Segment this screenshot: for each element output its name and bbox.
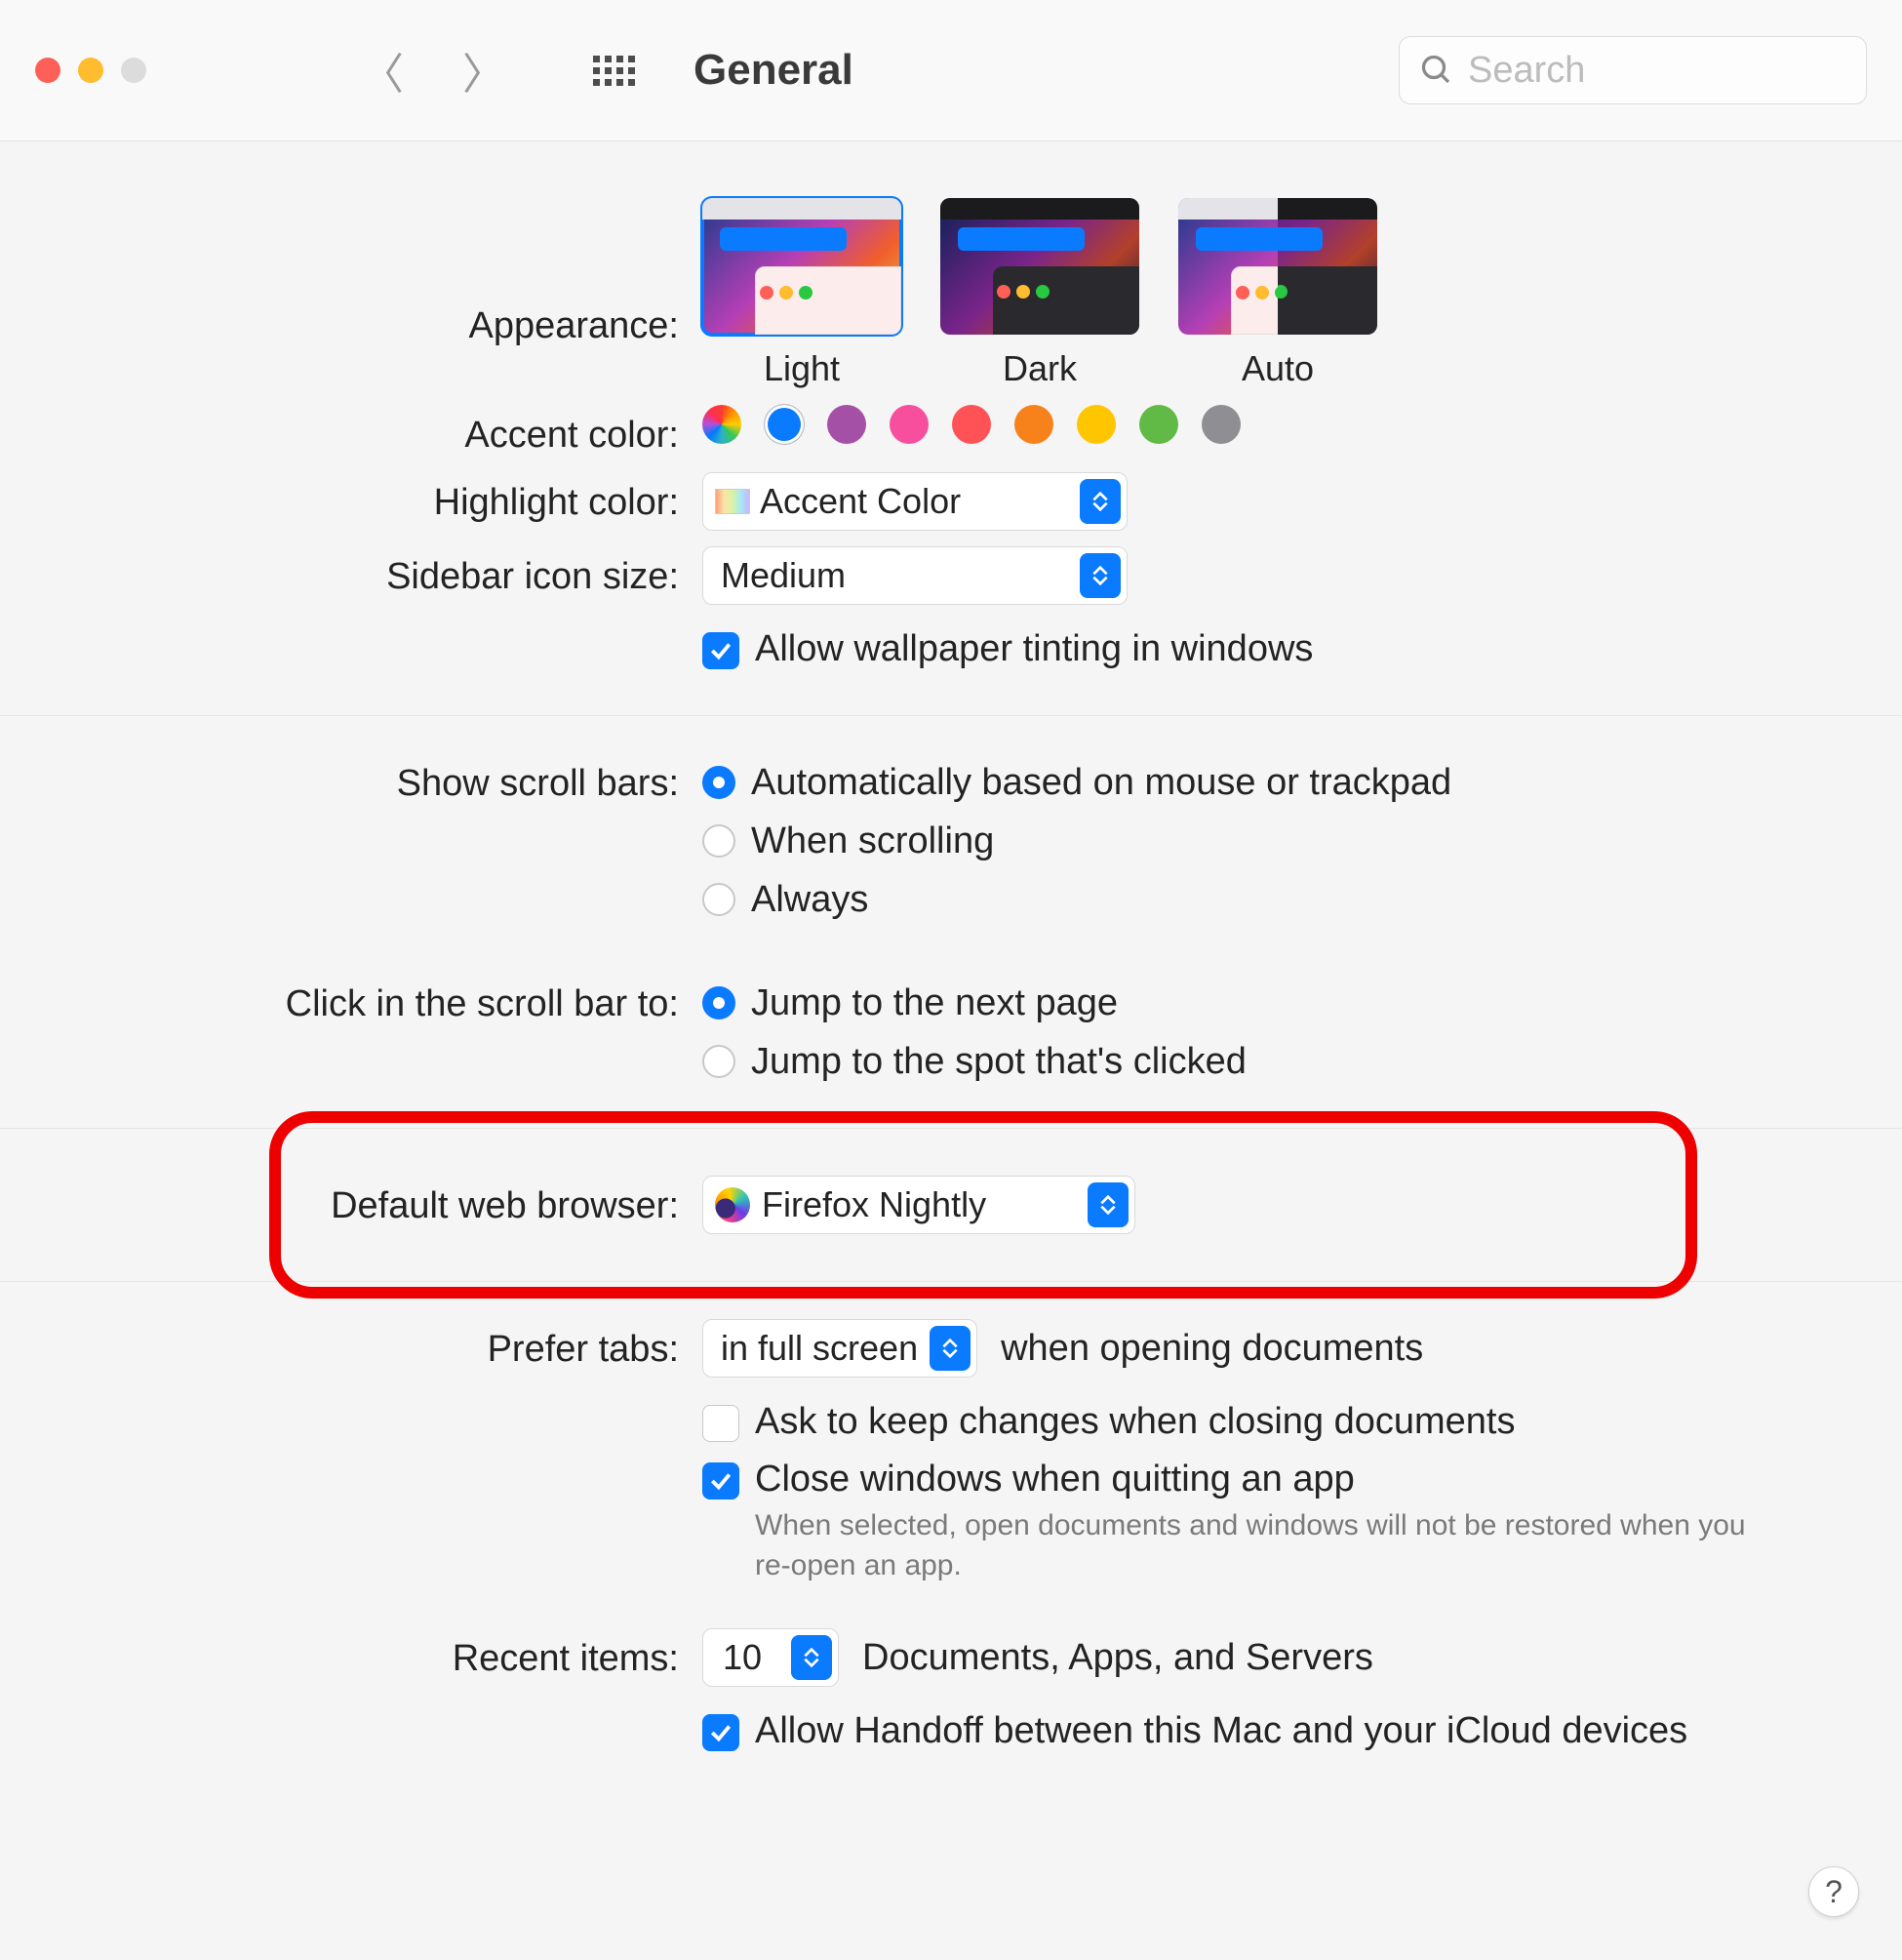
close-windows-quit-explain: When selected, open documents and window… xyxy=(755,1506,1750,1585)
default-browser-label: Default web browser: xyxy=(0,1176,702,1234)
accent-swatch-6[interactable] xyxy=(1077,405,1116,444)
sidebar-size-label: Sidebar icon size: xyxy=(0,546,702,605)
accent-swatch-5[interactable] xyxy=(1014,405,1053,444)
help-icon: ? xyxy=(1825,1874,1843,1910)
chevrons-icon xyxy=(930,1326,971,1371)
search-icon xyxy=(1419,53,1454,88)
scrollbars-label-1: When scrolling xyxy=(751,820,994,862)
accent-swatch-3[interactable] xyxy=(890,405,929,444)
scrollbars-option-1[interactable]: When scrolling xyxy=(702,812,1863,870)
nav-back-icon[interactable]: 〈 xyxy=(361,39,404,101)
close-windows-quit-checkbox[interactable] xyxy=(702,1462,739,1500)
search-input[interactable]: Search xyxy=(1399,36,1867,104)
content: Appearance: LightDarkAuto Accent color: … xyxy=(0,141,1902,1960)
appearance-caption-dark: Dark xyxy=(1003,348,1077,389)
scrollclick-label: Click in the scroll bar to: xyxy=(0,974,702,1091)
recent-items-suffix: Documents, Apps, and Servers xyxy=(862,1637,1373,1679)
section-appearance: Appearance: LightDarkAuto Accent color: … xyxy=(0,141,1902,716)
show-all-prefs-icon[interactable] xyxy=(593,56,635,86)
accent-swatch-7[interactable] xyxy=(1139,405,1178,444)
accent-swatch-2[interactable] xyxy=(827,405,866,444)
appearance-thumb-auto xyxy=(1178,198,1377,335)
scrollbars-option-0[interactable]: Automatically based on mouse or trackpad xyxy=(702,753,1863,812)
ask-keep-changes-checkbox[interactable] xyxy=(702,1405,739,1442)
prefer-tabs-select[interactable]: in full screen xyxy=(702,1319,977,1378)
accent-swatch-0[interactable] xyxy=(702,405,741,444)
appearance-caption-auto: Auto xyxy=(1242,348,1314,389)
scrollbars-label: Show scroll bars: xyxy=(0,753,702,929)
highlight-label: Highlight color: xyxy=(0,472,702,531)
accent-swatch-8[interactable] xyxy=(1202,405,1241,444)
firefox-nightly-icon xyxy=(715,1187,750,1222)
highlight-color-select[interactable]: Accent Color xyxy=(702,472,1128,531)
nav-back-forward: 〈 〉 xyxy=(361,39,505,101)
chevrons-icon xyxy=(1080,479,1121,524)
recent-items-value: 10 xyxy=(715,1637,779,1678)
ask-keep-changes-label: Ask to keep changes when closing documen… xyxy=(755,1401,1515,1443)
highlight-value: Accent Color xyxy=(760,481,1068,522)
recent-items-label: Recent items: xyxy=(0,1628,702,1687)
wallpaper-tint-label: Allow wallpaper tinting in windows xyxy=(755,628,1313,670)
search-placeholder: Search xyxy=(1468,50,1585,92)
appearance-label: Appearance: xyxy=(0,198,702,389)
scrollclick-option-0[interactable]: Jump to the next page xyxy=(702,974,1863,1032)
appearance-caption-light: Light xyxy=(764,348,840,389)
close-window[interactable] xyxy=(35,58,60,83)
section-default-browser: Default web browser: Firefox Nightly xyxy=(0,1129,1902,1282)
close-windows-quit-label: Close windows when quitting an app xyxy=(755,1459,1750,1500)
page-title: General xyxy=(693,46,853,95)
chevrons-icon xyxy=(1080,553,1121,598)
scrollclick-option-1[interactable]: Jump to the spot that's clicked xyxy=(702,1032,1863,1091)
appearance-thumb-light xyxy=(702,198,901,335)
traffic-lights xyxy=(35,58,146,83)
allow-handoff-label: Allow Handoff between this Mac and your … xyxy=(755,1710,1687,1752)
sidebar-size-value: Medium xyxy=(715,555,1068,596)
scrollbars-radio-1[interactable] xyxy=(702,824,735,858)
scrollbars-radio-2[interactable] xyxy=(702,883,735,916)
scrollbars-option-2[interactable]: Always xyxy=(702,870,1863,929)
accent-swatch-1[interactable] xyxy=(765,405,804,444)
scrollclick-radio-0[interactable] xyxy=(702,986,735,1020)
prefer-tabs-suffix: when opening documents xyxy=(1001,1328,1423,1370)
scrollbars-label-0: Automatically based on mouse or trackpad xyxy=(751,762,1451,804)
allow-handoff-checkbox[interactable] xyxy=(702,1714,739,1751)
nav-forward-icon[interactable]: 〉 xyxy=(462,39,505,101)
default-browser-value: Firefox Nightly xyxy=(762,1184,1076,1225)
recent-items-select[interactable]: 10 xyxy=(702,1628,839,1687)
scrollclick-label-0: Jump to the next page xyxy=(751,982,1118,1024)
sidebar-icon-size-select[interactable]: Medium xyxy=(702,546,1128,605)
appearance-option-auto[interactable]: Auto xyxy=(1178,198,1377,389)
scrollbars-label-2: Always xyxy=(751,879,868,921)
wallpaper-tint-checkbox[interactable] xyxy=(702,632,739,669)
scrollbars-radio-0[interactable] xyxy=(702,766,735,799)
default-web-browser-select[interactable]: Firefox Nightly xyxy=(702,1176,1135,1234)
chevrons-icon xyxy=(791,1635,832,1680)
system-prefs-general-window: 〈 〉 General Search Appearance: Light Dark… xyxy=(0,0,1902,1960)
chevrons-icon xyxy=(1088,1182,1129,1227)
accent-label: Accent color: xyxy=(0,405,702,457)
section-scrollbars: Show scroll bars: Automatically based on… xyxy=(0,716,1902,1129)
help-button[interactable]: ? xyxy=(1808,1866,1859,1917)
scrollclick-label-1: Jump to the spot that's clicked xyxy=(751,1041,1247,1083)
toolbar: 〈 〉 General Search xyxy=(0,0,1902,141)
prefer-tabs-value: in full screen xyxy=(715,1328,918,1369)
minimize-window[interactable] xyxy=(78,58,103,83)
zoom-window xyxy=(121,58,146,83)
prefer-tabs-label: Prefer tabs: xyxy=(0,1319,702,1378)
appearance-thumb-dark xyxy=(940,198,1139,335)
accent-swatch-4[interactable] xyxy=(952,405,991,444)
section-documents: Prefer tabs: in full screen when opening… xyxy=(0,1282,1902,1797)
appearance-option-light[interactable]: Light xyxy=(702,198,901,389)
scrollclick-radio-1[interactable] xyxy=(702,1045,735,1078)
highlight-swatch-icon xyxy=(715,489,750,514)
appearance-option-dark[interactable]: Dark xyxy=(940,198,1139,389)
